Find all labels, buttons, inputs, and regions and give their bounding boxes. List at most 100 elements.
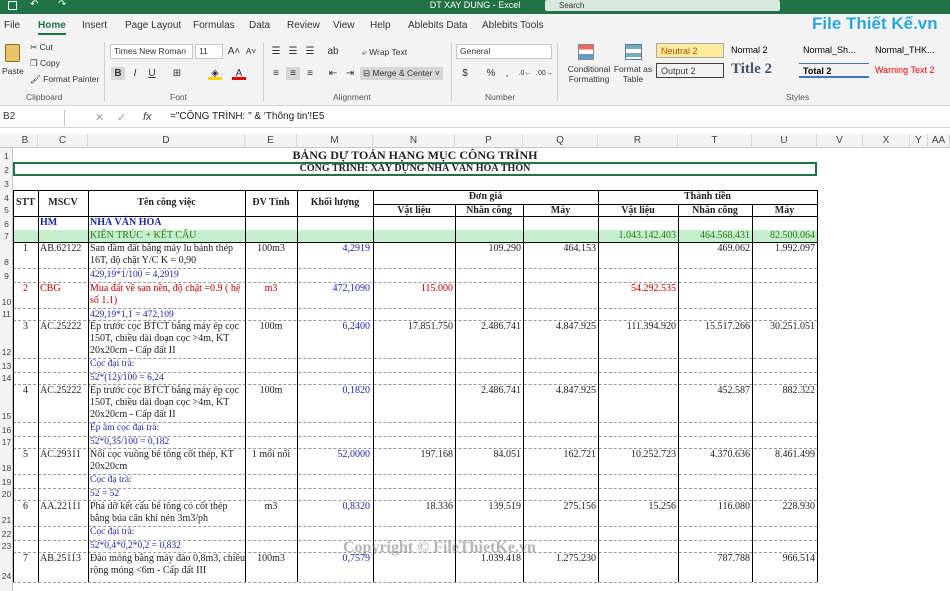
column-header[interactable]: E	[245, 134, 297, 148]
align-center-icon[interactable]: ≡	[286, 67, 300, 80]
increase-decimal-icon[interactable]: .0←	[518, 67, 532, 80]
align-middle-icon[interactable]: ☰	[286, 45, 300, 58]
style-title-2[interactable]: Title 2	[727, 60, 797, 78]
row-header[interactable]: 22	[0, 529, 13, 539]
tab-page-layout[interactable]: Page Layout	[125, 20, 181, 31]
cancel-icon[interactable]: ✕	[95, 111, 104, 124]
row-header[interactable]: 7	[0, 231, 13, 241]
sheet-title: BẢNG DỰ TOÁN HẠNG MỤC CÔNG TRÌNH	[292, 148, 538, 162]
column-header[interactable]: Q	[523, 134, 598, 148]
orientation-icon[interactable]: ab	[326, 45, 340, 58]
align-bottom-icon[interactable]: ☰	[303, 45, 317, 58]
align-left-icon[interactable]: ≡	[269, 67, 283, 80]
number-format-select[interactable]: General	[456, 44, 552, 59]
tab-ablebits-data[interactable]: Ablebits Data	[408, 20, 467, 31]
row-header[interactable]: 18	[0, 463, 13, 473]
row-header[interactable]: 20	[0, 489, 13, 499]
column-header[interactable]: U	[752, 134, 817, 148]
font-size-select[interactable]: 11	[195, 44, 223, 59]
row-header[interactable]: 19	[0, 477, 13, 487]
tab-file[interactable]: File	[4, 20, 20, 31]
column-header[interactable]: M	[297, 134, 373, 148]
style-normal-thk[interactable]: Normal_THK...	[871, 43, 941, 58]
style-normal-sh[interactable]: Normal_Sh...	[799, 43, 869, 58]
font-name-select[interactable]: Times New Roman	[110, 44, 193, 59]
grid-line	[373, 204, 817, 205]
column-header[interactable]: V	[817, 134, 863, 148]
column-header[interactable]: X	[863, 134, 910, 148]
bold-button[interactable]: B	[111, 67, 125, 80]
comma-style-icon[interactable]: ,	[500, 67, 514, 80]
italic-button[interactable]: I	[128, 67, 142, 80]
shrink-font-icon[interactable]: A˅	[244, 45, 258, 58]
row-header[interactable]: 13	[0, 361, 13, 371]
row-header[interactable]: 1	[0, 151, 13, 161]
tab-formulas[interactable]: Formulas	[193, 20, 235, 31]
style-normal-2[interactable]: Normal 2	[727, 43, 797, 58]
style-total-2[interactable]: Total 2	[799, 63, 869, 78]
cut-button[interactable]: ✂ Cut	[30, 42, 53, 53]
worksheet-grid[interactable]: BẢNG DỰ TOÁN HẠNG MỤC CÔNG TRÌNH CÔNG TRÌ…	[13, 148, 950, 591]
style-neutral-2[interactable]: Neutral 2	[656, 43, 724, 58]
insert-function-icon[interactable]: fx	[143, 111, 152, 123]
align-top-icon[interactable]: ☰	[269, 45, 283, 58]
percent-style-icon[interactable]: %	[484, 67, 498, 80]
row-header[interactable]: 5	[0, 205, 13, 215]
search-box[interactable]: Search	[545, 0, 780, 11]
row-header[interactable]: 6	[0, 219, 13, 229]
column-header[interactable]: B	[13, 134, 38, 148]
format-painter-button[interactable]: 🖌 Format Painter	[30, 74, 99, 85]
accounting-format-icon[interactable]: $	[458, 67, 472, 80]
column-header[interactable]: Y	[910, 134, 928, 148]
font-color-icon[interactable]: A	[232, 67, 246, 80]
tab-ablebits-tools[interactable]: Ablebits Tools	[482, 20, 544, 31]
row-header[interactable]: 16	[0, 425, 13, 435]
row-header[interactable]: 12	[0, 347, 13, 357]
merge-center-button[interactable]: ⊟ Merge & Center ˅	[360, 67, 443, 80]
style-output-2[interactable]: Output 2	[656, 63, 724, 78]
underline-button[interactable]: U	[145, 67, 159, 80]
paste-button[interactable]: Paste	[2, 42, 24, 90]
row-header[interactable]: 21	[0, 515, 13, 525]
decrease-indent-icon[interactable]: ⇤	[326, 67, 340, 80]
copy-button[interactable]: ❐ Copy	[30, 58, 60, 69]
row-header[interactable]: 2	[0, 165, 13, 175]
row-header[interactable]: 8	[0, 257, 13, 267]
row-header[interactable]: 17	[0, 437, 13, 447]
row-header[interactable]: 4	[0, 193, 13, 203]
row-header[interactable]: 11	[0, 309, 13, 319]
tab-data[interactable]: Data	[249, 20, 270, 31]
tab-help[interactable]: Help	[370, 20, 391, 31]
row-header[interactable]: 15	[0, 411, 13, 421]
format-as-table-button[interactable]: Format as Table	[613, 42, 653, 88]
row-header[interactable]: 24	[0, 571, 13, 581]
borders-icon[interactable]: ⊞	[170, 67, 184, 80]
tab-review[interactable]: Review	[287, 20, 320, 31]
decrease-decimal-icon[interactable]: .00→	[536, 67, 553, 80]
column-header[interactable]: N	[373, 134, 455, 148]
tab-insert[interactable]: Insert	[82, 20, 107, 31]
formula-input[interactable]: ="CÔNG TRÌNH: " & 'Thông tin'!E5	[170, 111, 324, 122]
row-header[interactable]: 23	[0, 541, 13, 551]
column-header[interactable]: T	[678, 134, 752, 148]
tab-view[interactable]: View	[333, 20, 355, 31]
conditional-formatting-button[interactable]: Conditional Formatting	[563, 42, 611, 88]
column-header[interactable]: AA	[928, 134, 950, 148]
row-header[interactable]: 10	[0, 297, 13, 307]
row-header[interactable]: 9	[0, 271, 13, 281]
increase-indent-icon[interactable]: ⇥	[343, 67, 357, 80]
wrap-text-button[interactable]: ⤶ Wrap Text	[362, 47, 407, 58]
column-header[interactable]: P	[455, 134, 523, 148]
fill-color-icon[interactable]: ◈	[208, 67, 222, 80]
name-box[interactable]: B2	[0, 110, 65, 126]
style-warning-text-2[interactable]: Warning Text 2	[871, 63, 941, 78]
column-header[interactable]: R	[598, 134, 678, 148]
enter-icon[interactable]: ✓	[117, 111, 126, 124]
row-header[interactable]: 3	[0, 179, 13, 189]
column-header[interactable]: C	[38, 134, 88, 148]
align-right-icon[interactable]: ≡	[303, 67, 317, 80]
grow-font-icon[interactable]: A˄	[227, 45, 241, 58]
tab-home[interactable]: Home	[38, 20, 66, 35]
row-header[interactable]: 14	[0, 373, 13, 383]
column-header[interactable]: D	[88, 134, 245, 148]
